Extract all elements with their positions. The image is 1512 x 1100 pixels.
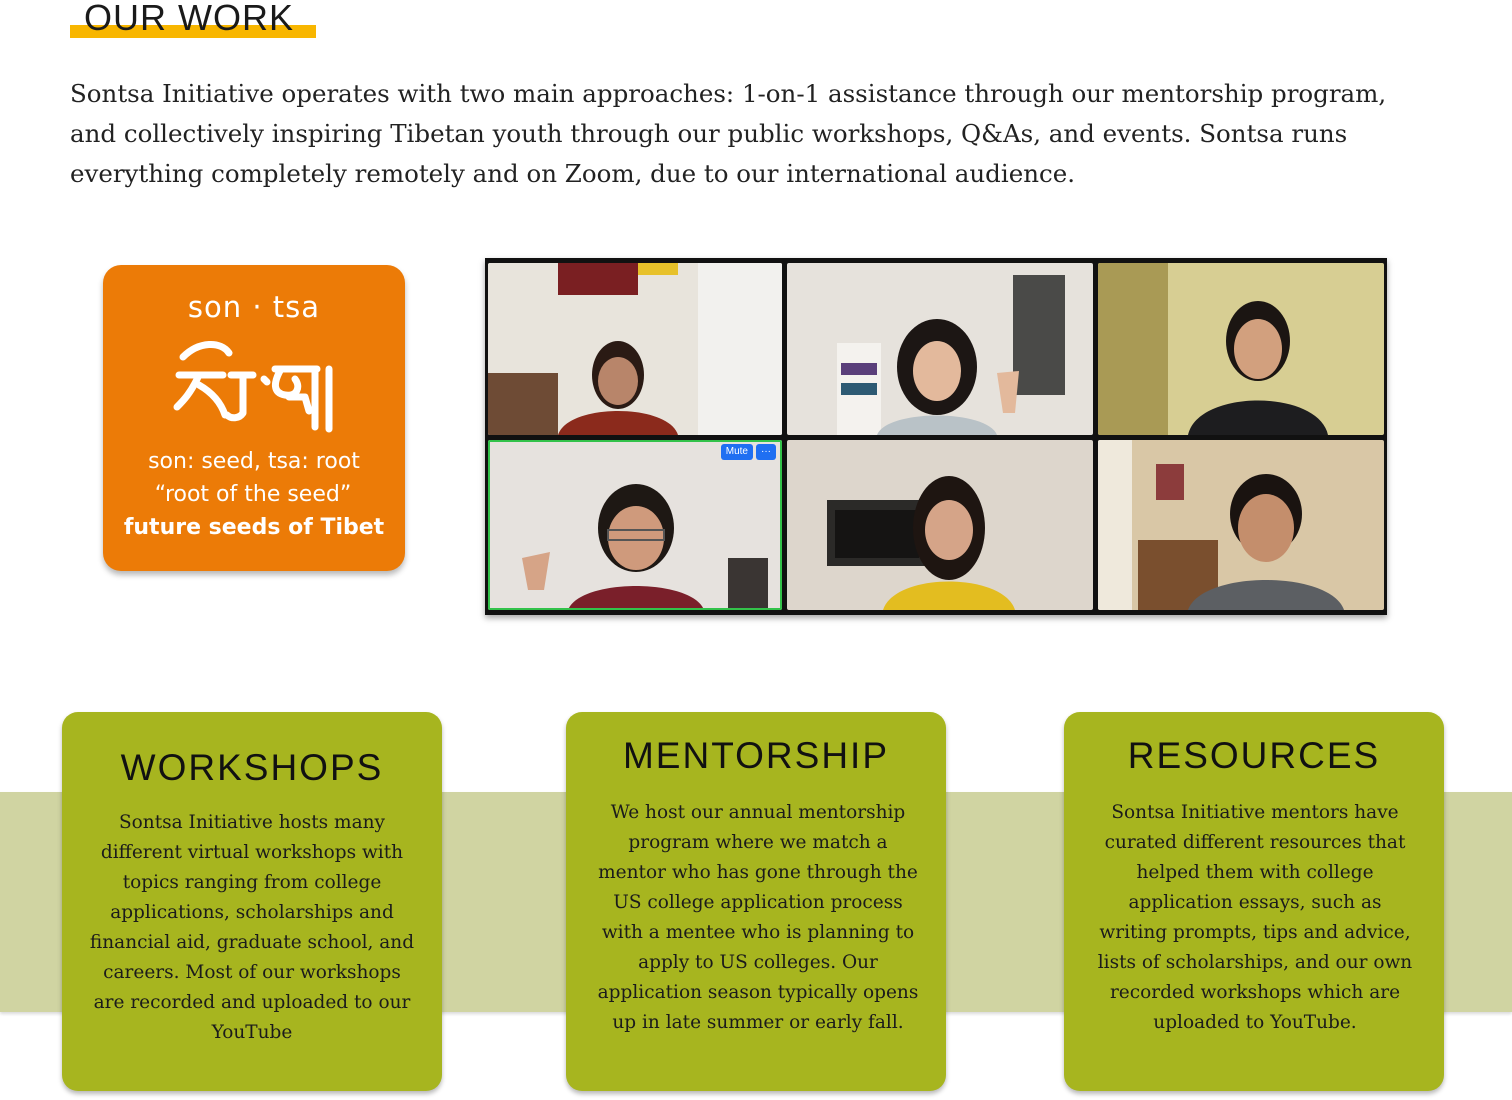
tibetan-script-logo	[103, 335, 405, 435]
resources-title: RESOURCES	[1127, 735, 1381, 776]
our-work-section: OUR WORK Sontsa Initiative operates with…	[0, 0, 1512, 1100]
workshops-title: WORKSHOPS	[120, 747, 384, 788]
video-tile-3	[1098, 263, 1384, 435]
workshops-description: Sontsa Initiative hosts many different v…	[89, 812, 415, 1043]
participant-image	[488, 440, 782, 610]
mentorship-description: We host our annual mentorship program wh…	[597, 802, 919, 1033]
mentorship-title: MENTORSHIP	[622, 735, 889, 776]
section-heading: OUR WORK	[70, 0, 316, 40]
participant-image	[1098, 263, 1384, 435]
name-meaning-card: son · tsa son: seed, tsa: root “root of …	[103, 265, 405, 571]
workshops-card: WORKSHOPS Sontsa Initiative hosts many d…	[62, 712, 442, 1091]
tibetan-script-glyphs	[173, 341, 333, 433]
section-title: OUR WORK	[84, 0, 294, 38]
resources-description: Sontsa Initiative mentors have curated d…	[1097, 802, 1413, 1033]
meaning-line-translation: “root of the seed”	[154, 482, 352, 507]
meaning-line-literal: son: seed, tsa: root	[148, 449, 360, 474]
mute-button[interactable]: Mute	[720, 444, 753, 460]
resources-card: RESOURCES Sontsa Initiative mentors have…	[1064, 712, 1444, 1091]
zoom-tile-controls: Mute ···	[720, 444, 776, 460]
participant-image	[787, 263, 1093, 435]
meaning-line-tagline: future seeds of Tibet	[123, 515, 385, 540]
participant-image	[488, 263, 782, 435]
zoom-call-photo: Mute ···	[485, 258, 1387, 615]
video-tile-2	[787, 263, 1093, 435]
video-tile-6	[1098, 440, 1384, 610]
participant-image	[787, 440, 1093, 610]
intro-paragraph: Sontsa Initiative operates with two main…	[70, 79, 1387, 188]
participant-image	[1098, 440, 1384, 610]
romanized-name: son · tsa	[187, 290, 321, 324]
more-options-button[interactable]: ···	[756, 444, 776, 460]
mentorship-card: MENTORSHIP We host our annual mentorship…	[566, 712, 946, 1091]
video-tile-1	[488, 263, 782, 435]
video-tile-5	[787, 440, 1093, 610]
video-tile-4: Mute ···	[488, 440, 782, 610]
